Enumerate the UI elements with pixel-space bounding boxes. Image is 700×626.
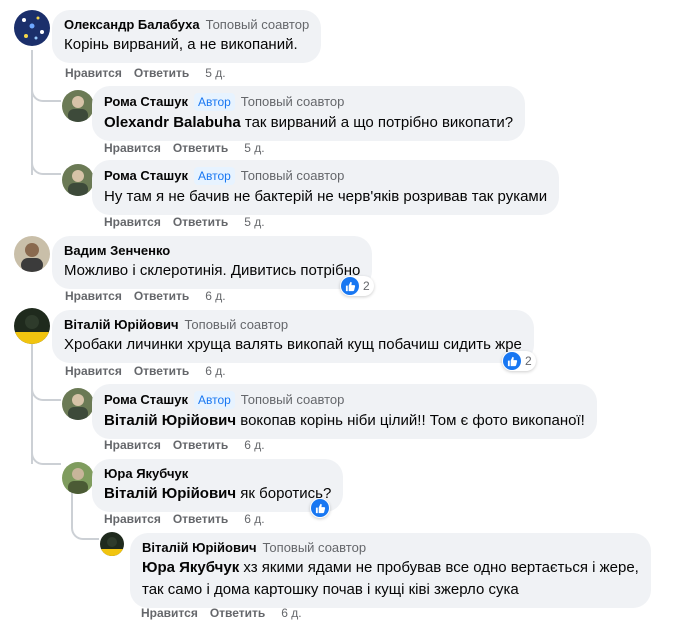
avatar[interactable] (14, 236, 50, 272)
comment-timestamp[interactable]: 6 д. (205, 289, 225, 303)
mention-link[interactable]: Віталій Юрійович (104, 412, 236, 429)
top-contributor-badge: Топовый соавтор (240, 94, 345, 109)
comment-text: хз якими ядами не пробував все одно верт… (239, 559, 639, 576)
reply-button[interactable]: Ответить (210, 606, 265, 620)
comment-actions: Нравится Ответить 5 д. (104, 141, 265, 155)
mention-link[interactable]: Юра Якубчук (142, 559, 239, 576)
thread-line (31, 82, 61, 102)
comment-text: так само і дома картошку почав і кущі кі… (142, 581, 519, 598)
comment-actions: Нравится Ответить 6 д. (65, 364, 226, 378)
like-button[interactable]: Нравится (65, 66, 122, 80)
comment-timestamp[interactable]: 5 д. (244, 141, 264, 155)
comment-text: Можливо і склеротинія. Дивитись потрібно (64, 262, 361, 279)
commenter-name[interactable]: Вадим Зенченко (64, 243, 170, 259)
comment-actions: Нравится Ответить 6 д. (141, 606, 302, 620)
like-button[interactable]: Нравится (104, 215, 161, 229)
top-contributor-badge: Топовый соавтор (240, 168, 345, 183)
thumbs-up-icon (503, 352, 521, 370)
comment-bubble: Рома Сташук Автор Топовый соавтор Olexan… (92, 86, 526, 141)
comment-timestamp[interactable]: 6 д. (244, 438, 264, 452)
avatar[interactable] (14, 308, 50, 344)
comment-bubble: Віталій Юрійович Топовый соавтор Юра Яку… (130, 533, 651, 608)
comment-actions: Нравится Ответить 6 д. (65, 289, 226, 303)
comment-timestamp[interactable]: 6 д. (205, 364, 225, 378)
thumbs-up-icon (311, 499, 329, 517)
comment-text: так вирваний а що потрібно викопати? (240, 114, 514, 131)
comment-bubble: Рома Сташук Автор Топовый соавтор Ну там… (92, 160, 560, 215)
reply-button[interactable]: Ответить (134, 289, 189, 303)
like-button[interactable]: Нравится (65, 289, 122, 303)
thumbs-up-icon (341, 277, 359, 295)
reaction-count[interactable] (310, 498, 330, 518)
reply-button[interactable]: Ответить (173, 438, 228, 452)
avatar[interactable] (62, 388, 94, 420)
reply-button[interactable]: Ответить (134, 364, 189, 378)
thread-line (31, 381, 61, 401)
commenter-name[interactable]: Рома Сташук (104, 94, 188, 110)
author-badge: Автор (193, 391, 235, 409)
mention-link[interactable]: Віталій Юрійович (104, 485, 236, 502)
comment-timestamp[interactable]: 6 д. (244, 512, 264, 526)
reply-button[interactable]: Ответить (173, 215, 228, 229)
comment-bubble: Віталій Юрійович Топовый соавтор Хробаки… (52, 310, 534, 363)
top-contributor-badge: Топовый соавтор (184, 317, 289, 332)
avatar[interactable] (62, 462, 94, 494)
avatar[interactable] (14, 10, 50, 46)
reaction-count[interactable]: 2 (340, 276, 374, 296)
reply-button[interactable]: Ответить (173, 141, 228, 155)
comment-text: Корінь вирваний, а не викопаний. (64, 36, 298, 53)
comment-timestamp[interactable]: 6 д. (281, 606, 301, 620)
comment-text: Ну там я не бачив не бактерій не черв'як… (104, 188, 548, 205)
thread-line (31, 445, 61, 465)
comment-actions: Нравится Ответить 6 д. (104, 438, 265, 452)
avatar[interactable] (62, 164, 94, 196)
comment-timestamp[interactable]: 5 д. (205, 66, 225, 80)
commenter-name[interactable]: Рома Сташук (104, 392, 188, 408)
like-button[interactable]: Нравится (141, 606, 198, 620)
comment-actions: Нравится Ответить 5 д. (104, 215, 265, 229)
thread-line (71, 522, 99, 540)
top-contributor-badge: Топовый соавтор (240, 392, 345, 407)
reaction-number: 2 (363, 279, 370, 293)
reply-button[interactable]: Ответить (134, 66, 189, 80)
reply-button[interactable]: Ответить (173, 512, 228, 526)
commenter-name[interactable]: Віталій Юрійович (64, 317, 179, 333)
comment-bubble: Рома Сташук Автор Топовый соавтор Віталі… (92, 384, 597, 439)
comment-actions: Нравится Ответить 6 д. (104, 512, 265, 526)
commenter-name[interactable]: Рома Сташук (104, 168, 188, 184)
comment-text: Хробаки личинки хруща валять викопай кущ… (64, 336, 522, 353)
thread-line (31, 155, 61, 175)
comment-bubble: Олександр Балабуха Топовый соавтор Корін… (52, 10, 322, 63)
avatar[interactable] (62, 90, 94, 122)
like-button[interactable]: Нравится (104, 438, 161, 452)
author-badge: Автор (193, 167, 235, 185)
author-badge: Автор (193, 93, 235, 111)
commenter-name[interactable]: Віталій Юрійович (142, 540, 257, 556)
comment-timestamp[interactable]: 5 д. (244, 215, 264, 229)
avatar[interactable] (100, 532, 124, 556)
comment-text: вокопав корінь ніби цілий!! Том є фото в… (236, 412, 585, 429)
comment-actions: Нравится Ответить 5 д. (65, 66, 226, 80)
like-button[interactable]: Нравится (65, 364, 122, 378)
top-contributor-badge: Топовый соавтор (262, 540, 367, 555)
top-contributor-badge: Топовый соавтор (205, 17, 310, 32)
comment-bubble: Юра Якубчук Віталій Юрійович як боротись… (92, 459, 344, 512)
reaction-number: 2 (525, 354, 532, 368)
commenter-name[interactable]: Юра Якубчук (104, 466, 188, 482)
commenter-name[interactable]: Олександр Балабуха (64, 17, 200, 33)
like-button[interactable]: Нравится (104, 141, 161, 155)
reaction-count[interactable]: 2 (502, 351, 536, 371)
comment-bubble: Вадим Зенченко Можливо і склеротинія. Ди… (52, 236, 373, 289)
like-button[interactable]: Нравится (104, 512, 161, 526)
mention-link[interactable]: Olexandr Balabuha (104, 114, 241, 131)
